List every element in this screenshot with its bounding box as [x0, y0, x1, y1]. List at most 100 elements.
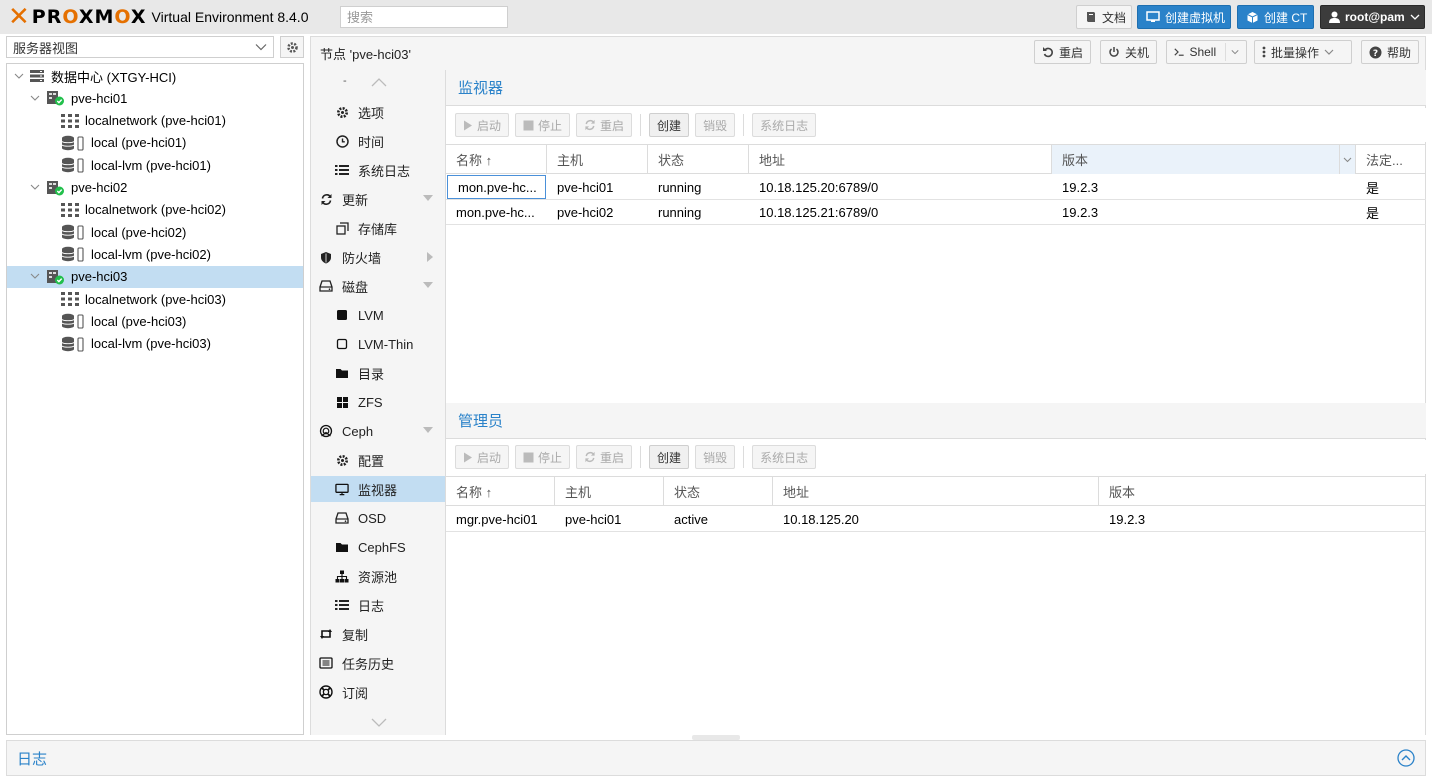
tree-item-storage[interactable]: local (pve-hci02) [7, 221, 303, 243]
tree-collapse-icon[interactable] [13, 70, 25, 82]
menu-item[interactable]: 目录 [311, 360, 445, 386]
menu-item[interactable]: 订阅 [311, 679, 445, 705]
tree-item-network[interactable]: localnetwork (pve-hci01) [7, 110, 303, 132]
monitor-create-button[interactable]: 创建 [649, 113, 690, 137]
create-ct-button[interactable]: 创建 CT [1237, 5, 1314, 29]
view-settings-button[interactable] [280, 36, 304, 58]
menu-scroll-down-icon[interactable] [371, 718, 387, 727]
bulk-actions-button[interactable]: 批量操作 [1254, 40, 1352, 64]
monitor-restart-button[interactable]: 重启 [576, 113, 633, 137]
monitor-stop-button[interactable]: 停止 [515, 113, 571, 137]
menu-item[interactable]: OSD [311, 505, 445, 531]
tree-item-node[interactable]: pve-hci01 [7, 87, 303, 109]
storage-icon [61, 314, 84, 329]
menu-item[interactable]: LVM [311, 302, 445, 328]
toolbar-separator [640, 114, 642, 136]
user-menu-button[interactable]: root@pam [1320, 5, 1425, 29]
column-header[interactable]: 状态 [648, 145, 749, 174]
expand-down-icon[interactable] [423, 427, 433, 433]
shell-button[interactable]: Shell [1166, 40, 1247, 64]
menu-item[interactable]: Ceph [311, 418, 445, 444]
tree-item-storage[interactable]: local-lvm (pve-hci02) [7, 243, 303, 265]
stop-icon [523, 120, 534, 130]
menu-scroll-up-icon[interactable] [371, 78, 387, 87]
menu-item[interactable]: CephFS [311, 534, 445, 560]
column-header[interactable]: 主机 [547, 145, 648, 174]
tree-collapse-icon[interactable] [29, 182, 41, 194]
tree-collapse-icon[interactable] [29, 92, 41, 104]
proxmox-logo[interactable]: ✕ PROXMOX Virtual Environment 8.4.0 [8, 3, 309, 31]
tree-item-storage[interactable]: local-lvm (pve-hci03) [7, 333, 303, 355]
tree-item-label: local (pve-hci02) [91, 224, 187, 240]
menu-item[interactable]: 配置 [311, 447, 445, 473]
chevron-up-circle-icon[interactable] [1397, 749, 1415, 767]
expand-right-icon[interactable] [427, 252, 433, 262]
tree-item-node[interactable]: pve-hci02 [7, 177, 303, 199]
cube-icon [1247, 11, 1258, 23]
tree-item-network[interactable]: localnetwork (pve-hci02) [7, 199, 303, 221]
menu-item[interactable]: 复制 [311, 621, 445, 647]
tree-item-node[interactable]: pve-hci03 [7, 265, 303, 288]
monitor-start-button[interactable]: 启动 [455, 113, 510, 137]
docs-button[interactable]: 文档 [1076, 5, 1132, 29]
column-header[interactable]: 名称 ↑ [446, 477, 555, 506]
column-header[interactable]: 版本 [1099, 477, 1426, 506]
table-row[interactable]: mon.pve-hc... pve-hci01 running 10.18.125.2… [446, 175, 1426, 200]
tree-item-label: pve-hci02 [71, 180, 128, 195]
menu-item[interactable]: 任务历史 [311, 650, 445, 676]
chevron-down-icon[interactable] [1231, 48, 1239, 56]
menu-item[interactable]: 选项 [311, 99, 445, 125]
power-icon [1109, 47, 1119, 57]
column-header[interactable]: 状态 [664, 477, 773, 506]
content-panel: 监视器 启动 停止 重启 创建 销毁 系统日志 名称 ↑ 主机 状态 地址 版本 法定... mon… [446, 70, 1426, 735]
column-header[interactable]: 主机 [555, 477, 664, 506]
chevron-down-icon [1324, 49, 1334, 55]
tree-item-storage[interactable]: local-lvm (pve-hci01) [7, 154, 303, 176]
view-select[interactable]: 服务器视图 [6, 36, 274, 58]
expand-down-icon[interactable] [423, 195, 433, 201]
table-row[interactable]: mon.pve-hc... pve-hci02 running 10.18.125.2… [446, 200, 1426, 225]
menu-item[interactable]: LVM-Thin [311, 331, 445, 357]
create-vm-button[interactable]: 创建虚拟机 [1137, 5, 1231, 29]
column-header[interactable]: 地址 [749, 145, 1052, 174]
column-header[interactable]: 法定... [1356, 145, 1426, 174]
monitor-section-header: 监视器 [446, 70, 1426, 106]
manager-destroy-button[interactable]: 销毁 [695, 445, 736, 469]
tree-item-storage[interactable]: local (pve-hci03) [7, 310, 303, 332]
manager-restart-button[interactable]: 重启 [576, 445, 633, 469]
menu-item[interactable]: ZFS [311, 389, 445, 415]
help-button[interactable]: ? 帮助 [1361, 40, 1420, 64]
shutdown-button[interactable]: 关机 [1100, 40, 1158, 64]
monitor-syslog-button[interactable]: 系统日志 [752, 113, 817, 137]
manager-stop-button[interactable]: 停止 [515, 445, 571, 469]
reboot-label: 重启 [1059, 45, 1084, 60]
menu-item[interactable]: 存储库 [311, 215, 445, 241]
column-header-label: 法定... [1366, 153, 1403, 168]
menu-item[interactable]: 防火墙 [311, 244, 445, 270]
tree-collapse-icon[interactable] [29, 271, 41, 283]
monitor-destroy-button[interactable]: 销毁 [695, 113, 736, 137]
log-panel-title: 日志 [17, 750, 48, 768]
column-menu-trigger[interactable] [1339, 145, 1355, 174]
reboot-button[interactable]: 重启 [1034, 40, 1092, 64]
manager-start-button[interactable]: 启动 [455, 445, 510, 469]
manager-syslog-button[interactable]: 系统日志 [752, 445, 817, 469]
tree-item-network[interactable]: localnetwork (pve-hci03) [7, 288, 303, 310]
menu-item[interactable]: 监视器 [311, 476, 445, 502]
column-header[interactable]: 版本 [1052, 145, 1356, 174]
refresh-icon [585, 119, 595, 131]
tree-item-storage[interactable]: local (pve-hci01) [7, 132, 303, 154]
column-header[interactable]: 地址 [773, 477, 1099, 506]
menu-item[interactable]: 系统日志 [311, 157, 445, 183]
column-header[interactable]: 名称 ↑ [446, 145, 547, 174]
manager-create-button[interactable]: 创建 [649, 445, 690, 469]
menu-item[interactable]: 资源池 [311, 563, 445, 589]
menu-item[interactable]: 日志 [311, 592, 445, 618]
menu-item[interactable]: 时间 [311, 128, 445, 154]
table-row[interactable]: mgr.pve-hci01 pve-hci01 active 10.18.125.20… [446, 507, 1426, 532]
expand-down-icon[interactable] [423, 282, 433, 288]
menu-item[interactable]: 更新 [311, 186, 445, 212]
search-input[interactable] [340, 6, 508, 28]
tree-item-datacenter[interactable]: 数据中心 (XTGY-HCI) [7, 65, 303, 87]
menu-item[interactable]: 磁盘 [311, 273, 445, 299]
